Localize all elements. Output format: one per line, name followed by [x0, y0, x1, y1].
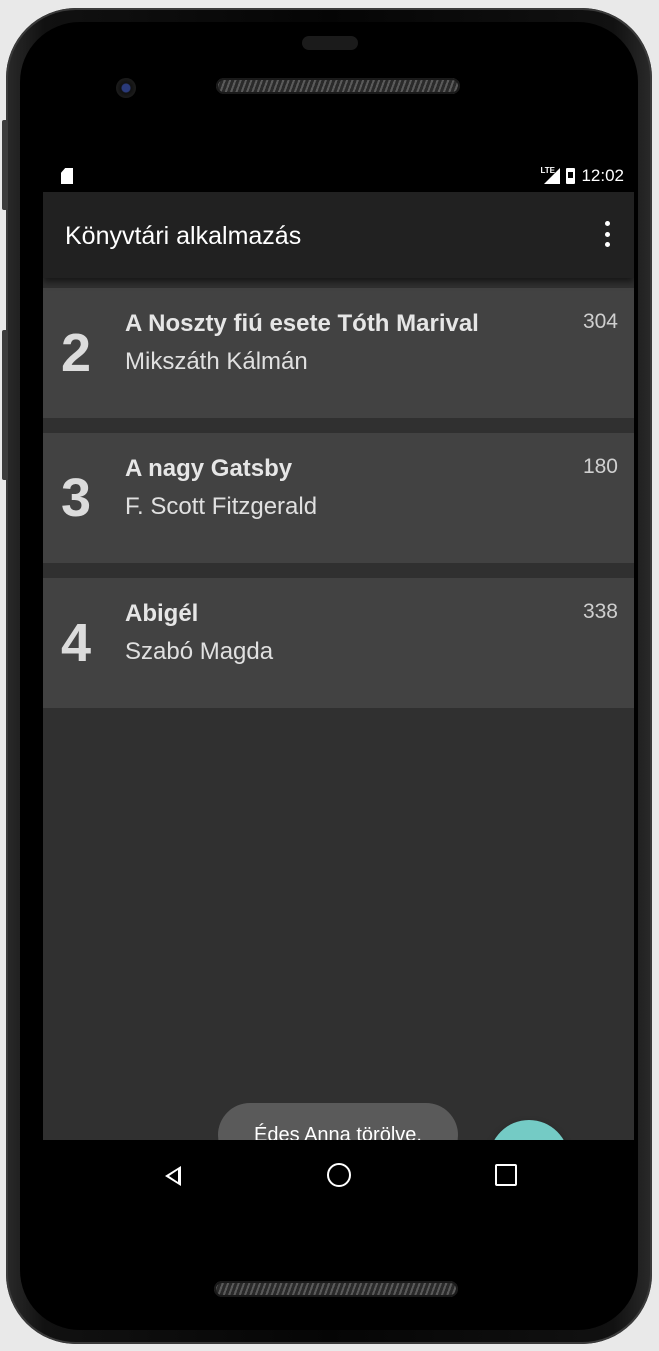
app-bar: Könyvtári alkalmazás [43, 192, 634, 278]
sd-card-icon [61, 168, 73, 184]
app-title: Könyvtári alkalmazás [65, 222, 302, 250]
recents-square-icon[interactable] [495, 1164, 517, 1186]
battery-icon [566, 168, 576, 184]
book-pages: 304 [582, 310, 618, 333]
book-pages: 180 [582, 455, 618, 478]
front-camera-icon [116, 78, 136, 98]
home-circle-icon[interactable] [327, 1163, 351, 1187]
signal-lte-icon: LTE [540, 166, 561, 184]
status-bar: LTE 12:02 [43, 160, 634, 192]
side-button [2, 120, 8, 210]
side-button [2, 330, 8, 480]
book-author: F. Scott Fitzgerald [125, 493, 318, 520]
book-card[interactable]: 3 A nagy Gatsby F. Scott Fitzgerald 180 [43, 433, 634, 563]
overflow-menu-icon[interactable] [604, 221, 610, 247]
book-title: A Noszty fiú esete Tóth Marival [125, 310, 479, 337]
earpiece [302, 36, 358, 50]
back-triangle-icon[interactable] [165, 1166, 181, 1186]
status-icons: LTE 12:02 [540, 166, 624, 186]
top-speaker-grille [216, 78, 460, 94]
book-number: 4 [61, 613, 92, 673]
device-screen: LTE 12:02 Könyvtári alkalmazás 2 A Noszt… [43, 160, 634, 1221]
status-time: 12:02 [581, 166, 624, 185]
book-author: Szabó Magda [125, 638, 274, 665]
book-author: Mikszáth Kálmán [125, 348, 308, 375]
book-number: 2 [61, 323, 92, 383]
book-number: 3 [61, 468, 92, 528]
book-pages: 338 [582, 600, 618, 623]
navigation-bar [43, 1140, 634, 1221]
book-card[interactable]: 4 Abigél Szabó Magda 338 [43, 578, 634, 708]
bottom-speaker-grille [214, 1281, 458, 1297]
book-card[interactable]: 2 A Noszty fiú esete Tóth Marival Mikszá… [43, 288, 634, 418]
book-title: Abigél [125, 600, 199, 627]
book-list: 2 A Noszty fiú esete Tóth Marival Mikszá… [43, 278, 634, 1200]
book-title: A nagy Gatsby [125, 455, 293, 482]
